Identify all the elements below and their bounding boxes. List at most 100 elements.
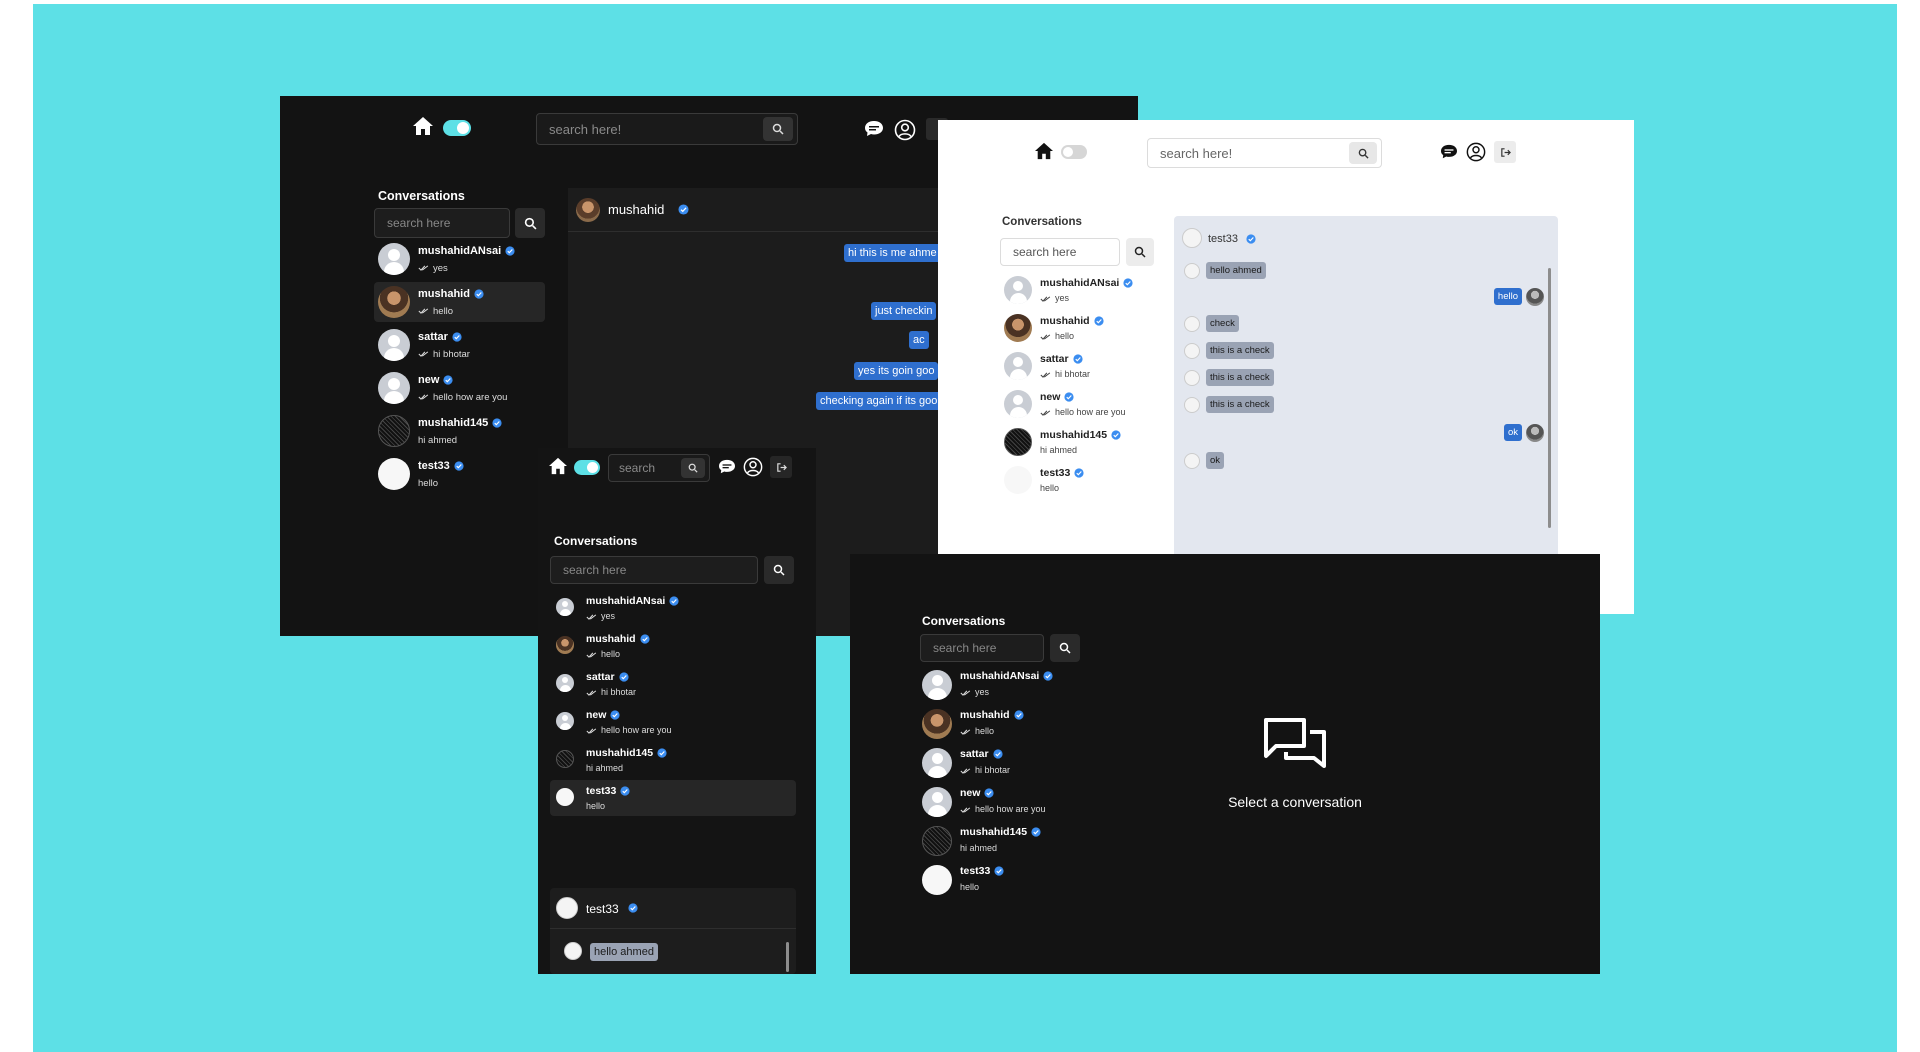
home-icon[interactable] [412, 116, 434, 136]
chat-icon[interactable] [864, 120, 884, 138]
search-button[interactable] [681, 458, 705, 478]
conversation-search-input[interactable]: search here [374, 208, 510, 238]
conversation-name: new [586, 709, 621, 721]
verified-icon [1123, 278, 1133, 288]
conversation-item-new[interactable]: new hello how are you [550, 704, 796, 740]
conversation-search-input[interactable]: search here [920, 634, 1044, 662]
search-button[interactable] [763, 117, 793, 141]
verified-icon [1111, 430, 1121, 440]
avatar [1184, 370, 1200, 386]
logout-button[interactable] [770, 456, 792, 478]
conversation-name: mushahid [418, 288, 484, 300]
conversation-item-test33[interactable]: test33 hello [374, 454, 545, 494]
conversation-item-mushahidANsai[interactable]: mushahidANsai yes [920, 666, 1100, 703]
search-icon [524, 217, 536, 229]
search-bar[interactable]: search [608, 454, 710, 482]
conversation-search-button[interactable] [515, 208, 545, 238]
double-check-icon [1040, 296, 1051, 302]
verified-icon [619, 672, 629, 682]
conversation-search-button[interactable] [1050, 634, 1080, 662]
search-input[interactable]: search here! [537, 122, 763, 137]
avatar [1526, 424, 1544, 442]
conversation-item-sattar[interactable]: sattar hi bhotar [550, 666, 796, 702]
chat-icon[interactable] [718, 459, 736, 475]
conversation-item-sattar[interactable]: sattar hi bhotar [920, 744, 1100, 781]
double-check-icon [586, 690, 597, 696]
search-icon [1358, 148, 1369, 159]
conversation-item-mushahid145[interactable]: mushahid145 hi ahmed [920, 822, 1100, 859]
double-check-icon [960, 768, 971, 774]
chat-area: test33 hello ahmed [550, 888, 796, 974]
conversation-item-new[interactable]: new hello how are you [1000, 386, 1160, 422]
conversation-item-mushahid[interactable]: mushahid hello [550, 628, 796, 664]
search-bar[interactable]: search here! [1147, 138, 1382, 168]
conversation-item-test33[interactable]: test33 hello [550, 780, 796, 816]
conversation-item-mushahidANsai[interactable]: mushahidANsai yes [1000, 272, 1160, 308]
verified-icon [669, 596, 679, 606]
search-input[interactable]: search [609, 461, 681, 475]
chat-header-name: test33 [586, 902, 619, 916]
avatar [378, 286, 410, 318]
avatar [556, 712, 574, 730]
profile-icon[interactable] [743, 457, 763, 477]
search-bar[interactable]: search here! [536, 113, 798, 145]
avatar [556, 750, 574, 768]
conversation-search-input[interactable]: search here [1000, 238, 1120, 266]
conversation-name: test33 [418, 460, 464, 472]
conversation-item-mushahid[interactable]: mushahid hello [1000, 310, 1160, 346]
theme-toggle[interactable] [443, 120, 471, 136]
theme-toggle[interactable] [574, 460, 600, 475]
double-check-icon [960, 690, 971, 696]
home-icon[interactable] [548, 457, 568, 475]
conversation-item-mushahid[interactable]: mushahid hello [920, 705, 1100, 742]
search-input[interactable]: search here! [1148, 146, 1349, 161]
conversation-last-message: hello [418, 478, 439, 489]
conversation-search-input[interactable]: search here [550, 556, 758, 584]
message-bubble: this is a check [1206, 369, 1274, 386]
logout-button[interactable] [1494, 141, 1516, 163]
home-icon[interactable] [1034, 142, 1054, 160]
conversation-item-mushahid145[interactable]: mushahid145 hi ahmed [550, 742, 796, 778]
conversation-name: mushahid145 [960, 826, 1041, 838]
avatar [922, 826, 952, 856]
conversation-item-mushahid[interactable]: mushahid hello [374, 282, 545, 322]
conversation-item-test33[interactable]: test33 hello [1000, 462, 1160, 498]
conversation-last-message: hello [586, 649, 620, 659]
verified-icon [984, 788, 995, 798]
profile-icon[interactable] [894, 119, 916, 141]
conversation-item-mushahidANsai[interactable]: mushahidANsai yes [374, 239, 545, 279]
message-bubble: hi this is me ahme [844, 244, 941, 262]
avatar [564, 942, 582, 960]
conversation-item-sattar[interactable]: sattar hi bhotar [1000, 348, 1160, 384]
search-button[interactable] [1349, 142, 1377, 164]
theme-toggle[interactable] [1061, 145, 1087, 159]
conversation-item-new[interactable]: new hello how are you [920, 783, 1100, 820]
message-bubble: just checkin [871, 302, 937, 320]
conversation-search-button[interactable] [764, 556, 794, 584]
double-check-icon [418, 308, 429, 315]
message-bubble: yes its goin goo [854, 362, 939, 380]
conversation-item-mushahidANsai[interactable]: mushahidANsai yes [550, 590, 796, 626]
conversation-item-new[interactable]: new hello how are you [374, 368, 545, 408]
avatar [556, 788, 574, 806]
profile-icon[interactable] [1466, 142, 1486, 162]
scrollbar[interactable] [786, 942, 789, 972]
chat-icon[interactable] [1440, 144, 1458, 160]
conversation-item-test33[interactable]: test33 hello [920, 861, 1100, 898]
conversation-item-mushahid145[interactable]: mushahid145 hi ahmed [1000, 424, 1160, 460]
avatar [1004, 428, 1032, 456]
avatar [378, 243, 410, 275]
conversation-search-button[interactable] [1126, 238, 1154, 266]
conversation-item-mushahid145[interactable]: mushahid145 hi ahmed [374, 411, 545, 451]
verified-icon [492, 418, 502, 428]
double-check-icon [586, 652, 597, 658]
avatar [922, 748, 952, 778]
verified-icon [443, 375, 453, 385]
conversation-name: new [418, 374, 453, 386]
scrollbar[interactable] [1548, 268, 1551, 528]
chat-header-name: test33 [1208, 233, 1238, 245]
conversation-last-message: yes [418, 263, 448, 274]
conversation-name: test33 [960, 865, 1004, 877]
conversation-item-sattar[interactable]: sattar hi bhotar [374, 325, 545, 365]
avatar [922, 709, 952, 739]
